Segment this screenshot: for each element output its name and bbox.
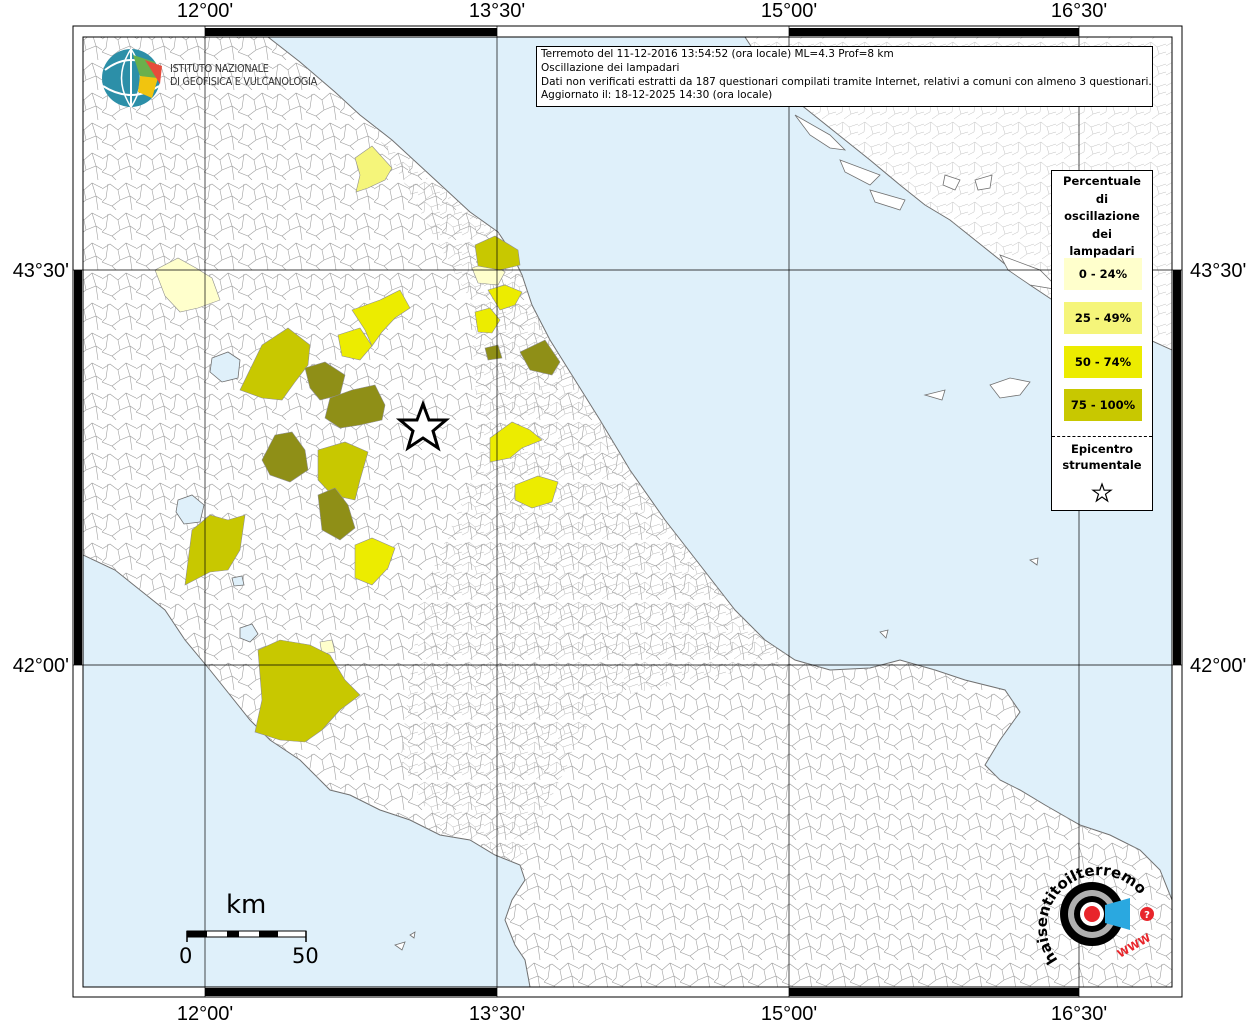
lake-vico <box>231 575 245 587</box>
svg-text:?: ? <box>1144 910 1150 921</box>
earthquake-info-box: Terremoto del 11-12-2016 13:54:52 (ora l… <box>536 46 1153 107</box>
lon-label-top: 16°30' <box>1051 0 1107 22</box>
ingv-logo-line1: ISTITUTO NAZIONALE <box>170 63 269 75</box>
ingv-logo-line2: DI GEOFISICA E VULCANOLOGIA <box>170 75 317 88</box>
lat-label-right: 42°00' <box>1190 655 1246 677</box>
legend-item-0-24: 0 - 24% <box>1064 258 1142 290</box>
legend-separator <box>1052 436 1152 437</box>
scale-unit-label: km <box>226 890 267 920</box>
ingv-logo-text: ISTITUTO NAZIONALE DI GEOFISICA E VULCAN… <box>170 63 330 88</box>
lon-labels-top: 12°00' 13°30' 15°00' 16°30' <box>177 0 1107 22</box>
lon-label-bottom: 12°00' <box>177 1003 233 1024</box>
info-line-data: Dati non verificati estratti da 187 ques… <box>541 75 1152 88</box>
lon-label-top: 15°00' <box>761 0 817 22</box>
info-line-updated: Aggiornato il: 18-12-2025 14:30 (ora loc… <box>541 89 773 102</box>
scale-min-label: 0 <box>179 944 193 968</box>
legend: Percentuale di oscillazione dei lampadar… <box>1051 170 1153 511</box>
lon-label-bottom: 13°30' <box>469 1003 525 1024</box>
lon-labels-bottom: 12°00' 13°30' 15°00' 16°30' <box>177 1003 1107 1024</box>
lon-label-top: 12°00' <box>177 0 233 22</box>
scale-max-label: 50 <box>292 944 319 968</box>
legend-item-50-74: 50 - 74% <box>1064 346 1142 378</box>
lon-label-bottom: 15°00' <box>761 1003 817 1024</box>
lon-label-top: 13°30' <box>469 0 525 22</box>
legend-star-icon <box>1091 482 1113 503</box>
lon-label-bottom: 16°30' <box>1051 1003 1107 1024</box>
map-canvas: 12°00' 13°30' 15°00' 16°30' 12°00' 13°30… <box>0 0 1246 1024</box>
legend-item-75-100: 75 - 100% <box>1064 389 1142 421</box>
legend-epicenter-label: Epicentro strumentale <box>1062 442 1142 472</box>
info-line-event: Terremoto del 11-12-2016 13:54:52 (ora l… <box>541 48 894 60</box>
info-line-subject: Oscillazione dei lampadari <box>541 61 680 74</box>
lat-label-left: 43°30' <box>13 260 69 282</box>
lat-label-right: 43°30' <box>1190 260 1246 282</box>
legend-item-25-49: 25 - 49% <box>1064 302 1142 334</box>
lat-label-left: 42°00' <box>13 655 69 677</box>
legend-title: Percentuale di oscillazione dei lampadar… <box>1063 174 1141 258</box>
